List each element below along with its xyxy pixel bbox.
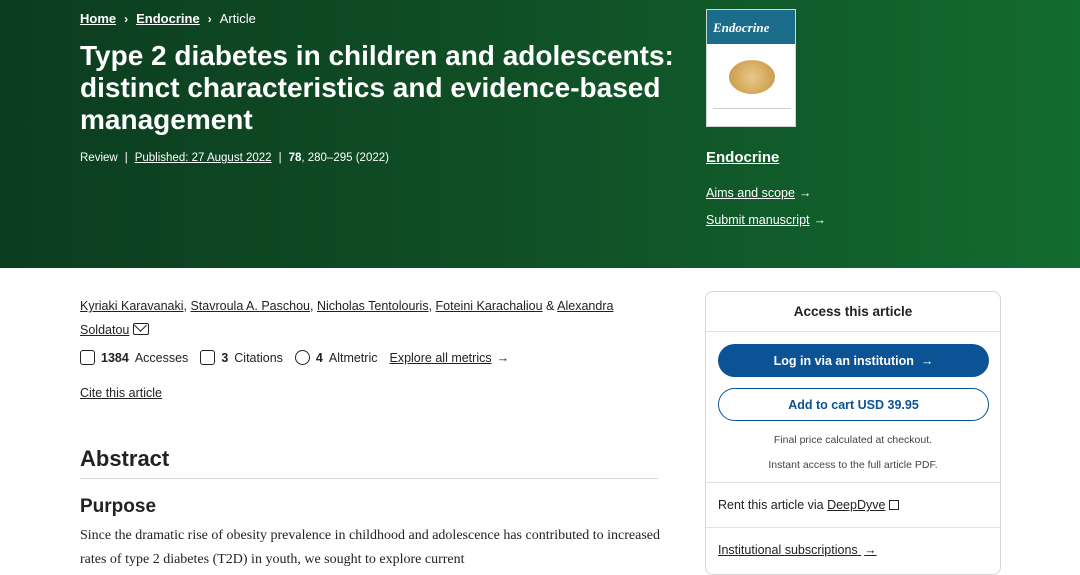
external-link-icon	[889, 500, 900, 510]
altmetric-count: 4	[315, 350, 323, 365]
author-link[interactable]: Stavroula A. Paschou	[190, 299, 310, 313]
pages: , 280–295 (2022)	[301, 152, 389, 164]
arrow-right-icon: →	[864, 543, 877, 557]
purpose-heading: Purpose	[80, 496, 157, 517]
accesses-label: Accesses	[134, 350, 189, 365]
author-link[interactable]: Nicholas Tentolouris	[317, 299, 429, 313]
price-note: Final price calculated at checkout.	[773, 434, 933, 446]
breadcrumb-separator-icon: ›	[207, 11, 212, 26]
breadcrumb-journal[interactable]: Endocrine	[136, 11, 200, 26]
article-title: Type 2 diabetes in children and adolesce…	[80, 40, 674, 135]
citations-metric: 3 Citations	[200, 350, 283, 365]
deepdyve-link[interactable]: DeepDyve	[827, 498, 885, 512]
breadcrumb-current: Article	[219, 11, 256, 26]
login-institution-button[interactable]: Log in via an institution →	[718, 344, 989, 377]
cover-title: Endocrine	[713, 20, 770, 35]
rent-article: Rent this article via DeepDyve	[718, 498, 900, 512]
cite-article-link[interactable]: Cite this article	[80, 386, 162, 400]
institutional-subscriptions-link[interactable]: Institutional subscriptions →	[718, 543, 877, 557]
divider	[706, 527, 1000, 528]
citations-label: Citations	[234, 350, 283, 365]
divider	[80, 478, 658, 479]
abstract-heading: Abstract	[80, 446, 170, 471]
altmetric-metric: 4 Altmetric	[294, 350, 378, 365]
article-type: Review	[80, 152, 118, 164]
breadcrumb-separator-icon: ›	[124, 11, 129, 26]
arrow-right-icon: →	[920, 353, 934, 368]
arrow-right-icon: →	[798, 186, 812, 200]
breadcrumb-home[interactable]: Home	[80, 11, 116, 26]
altmetric-label: Altmetric	[328, 350, 378, 365]
published-date-link[interactable]: Published: 27 August 2022	[135, 152, 272, 164]
author-list: Kyriaki Karavanaki, Stavroula A. Paschou…	[80, 299, 614, 337]
arrow-right-icon: →	[496, 350, 510, 365]
accesses-count: 1384	[101, 350, 129, 365]
citations-count: 3	[221, 350, 229, 365]
add-to-cart-button[interactable]: Add to cart USD 39.95	[718, 388, 989, 421]
author-link[interactable]: Foteini Karachaliou	[436, 299, 543, 313]
cover-image	[729, 60, 775, 94]
submit-manuscript-link[interactable]: Submit manuscript →	[706, 213, 826, 227]
download-icon	[80, 350, 95, 365]
journal-link[interactable]: Endocrine	[706, 149, 779, 166]
volume: 78	[288, 152, 302, 164]
access-note: Instant access to the full article PDF.	[768, 459, 938, 471]
explore-metrics-link[interactable]: Explore all metrics →	[389, 351, 509, 365]
altmetric-icon	[294, 350, 310, 365]
breadcrumb: Home › Endocrine › Article	[80, 11, 256, 26]
abstract-text: Since the dramatic rise of obesity preva…	[80, 528, 661, 567]
accesses-metric: 1384 Accesses	[80, 350, 188, 365]
article-meta: Review | Published: 27 August 2022 | 78 …	[80, 152, 389, 164]
divider	[706, 482, 1000, 483]
aims-scope-link[interactable]: Aims and scope →	[706, 186, 811, 200]
author-link[interactable]: Kyriaki Karavanaki	[80, 299, 184, 313]
article-metrics: 1384 Accesses 3 Citations 4 Altmetric Ex…	[80, 350, 521, 365]
access-heading: Access this article	[706, 292, 1000, 332]
citation-icon	[200, 350, 216, 365]
article-header: Home › Endocrine › Article Type 2 diabet…	[0, 0, 1080, 268]
access-panel: Access this article Log in via an instit…	[705, 291, 1001, 575]
arrow-right-icon: →	[813, 213, 827, 227]
journal-cover[interactable]: Endocrine	[706, 9, 796, 127]
email-icon[interactable]	[133, 323, 150, 335]
